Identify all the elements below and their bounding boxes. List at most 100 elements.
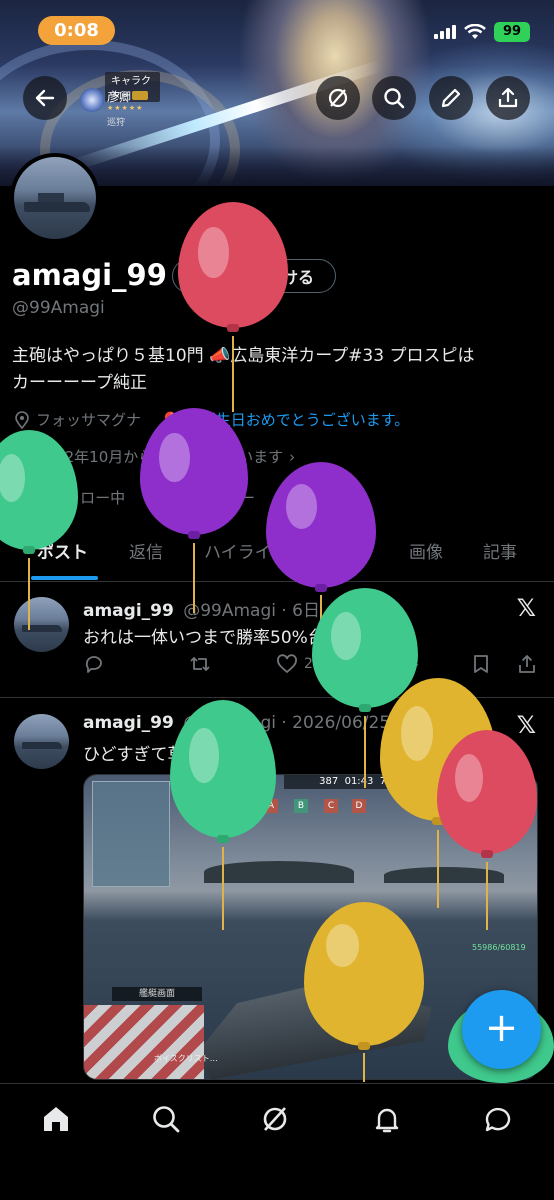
get-verified-button[interactable]: ✓ 認証を受ける: [172, 259, 336, 293]
tab-articles[interactable]: 記事: [483, 538, 517, 563]
tab-posts[interactable]: ポスト: [37, 538, 88, 563]
heart-icon: [277, 654, 297, 674]
followers-link[interactable]: 173 フォロワー: [144, 489, 255, 507]
chevron-right-icon: ›: [289, 447, 296, 466]
media-cap-d: D: [352, 799, 366, 813]
like-button[interactable]: 2: [276, 653, 313, 675]
media-view-label: 艦艇画面: [112, 987, 202, 1001]
nav-grok[interactable]: [258, 1102, 292, 1136]
media-score-right: 729: [379, 776, 399, 787]
bell-icon: [375, 1108, 399, 1133]
calendar-icon: [14, 449, 30, 464]
character-stars: ★★★★★: [107, 104, 144, 112]
search-icon: [384, 88, 405, 109]
bookmark-icon: [474, 655, 488, 673]
media-cap-a: A: [264, 799, 278, 813]
get-verified-label: 認証を受ける: [217, 268, 314, 287]
share-button[interactable]: [486, 76, 530, 120]
profile-avatar[interactable]: [10, 153, 100, 243]
post-share-button[interactable]: [516, 653, 538, 675]
back-button[interactable]: [23, 76, 67, 120]
post-header: amagi_99 @99Amagi · 6日: [83, 596, 320, 621]
post-divider: [0, 697, 554, 698]
profile-meta-joined-row: 2022年10月からXを利用しています ›: [14, 446, 295, 467]
nav-messages[interactable]: [481, 1102, 515, 1136]
followers-label: フォロワー: [179, 489, 255, 507]
analytics-icon: [376, 656, 393, 673]
profile-display-name: amagi_99: [12, 258, 167, 292]
cellular-signal-icon: [434, 25, 456, 39]
post-avatar[interactable]: [14, 597, 69, 652]
character-panel: キャラクター 彦卿 ★★★★★ 巡狩: [80, 70, 160, 128]
post-author-name[interactable]: amagi_99: [83, 713, 174, 733]
media-island: [384, 867, 504, 883]
post-actions: 2 54: [83, 653, 543, 681]
post-author-name[interactable]: amagi_99: [83, 601, 174, 621]
profile-tabs: ポスト 返信 ハイライト 動画 画像 記事: [0, 528, 554, 582]
back-icon: [35, 89, 55, 107]
post-text: ひどすぎて草: [83, 745, 185, 765]
verified-check-icon: ✓: [193, 267, 212, 285]
grok-icon: [263, 1107, 287, 1131]
profile-location: フォッサマグナ: [36, 411, 142, 429]
search-button[interactable]: [372, 76, 416, 120]
character-path: 巡狩: [107, 118, 126, 128]
nav-notifications[interactable]: [370, 1102, 404, 1136]
media-minimap: [92, 781, 170, 887]
tab-images[interactable]: 画像: [409, 538, 443, 563]
following-label: フォロー中: [50, 489, 126, 507]
repost-icon: [190, 657, 210, 671]
search-icon: [153, 1106, 180, 1133]
character-level-badge: [132, 91, 148, 100]
media-battleship: [187, 959, 437, 1080]
x-logo-icon: 𝕏: [516, 594, 536, 622]
edit-icon: [441, 88, 461, 108]
media-caption: ボイスクリスト…: [154, 1054, 218, 1063]
birthday-link[interactable]: お誕生日おめでとうございます。: [186, 409, 410, 430]
tab-highlights[interactable]: ハイライト: [204, 538, 289, 563]
media-timer: 01:43: [344, 776, 374, 787]
wifi-icon: [464, 24, 486, 39]
chat-bubble-icon: [485, 1107, 511, 1132]
balloon-icon: 🎈: [161, 410, 180, 429]
post-avatar[interactable]: [14, 714, 69, 769]
post-text: おれは一体いつまで勝率50%台にいるんだ: [83, 628, 410, 648]
follow-counts: 231 フォロー中 173 フォロワー: [14, 487, 255, 508]
status-icons: 99: [434, 22, 530, 42]
following-count: 231: [14, 489, 46, 507]
reply-button[interactable]: [83, 653, 105, 675]
location-pin-icon: [15, 410, 29, 429]
media-cap-b: B: [294, 799, 308, 813]
media-hull-stripes: [84, 1005, 204, 1079]
edit-button[interactable]: [429, 76, 473, 120]
balloon-purple: [140, 408, 248, 613]
views-button[interactable]: 54: [373, 653, 419, 675]
bookmark-button[interactable]: [471, 653, 491, 675]
battery-icon: 99: [494, 22, 530, 42]
tab-videos[interactable]: 動画: [334, 538, 368, 563]
grok-icon: [328, 88, 348, 108]
grok-button[interactable]: [316, 76, 360, 120]
status-time: 0:08: [38, 16, 115, 45]
bio-line: カーーーープ純正: [12, 373, 147, 393]
nav-search[interactable]: [149, 1102, 183, 1136]
view-count: 54: [401, 656, 419, 672]
repost-button[interactable]: [188, 653, 212, 675]
followers-count: 173: [143, 489, 176, 507]
like-count: 2: [304, 656, 313, 672]
bottom-navigation: [0, 1083, 554, 1200]
share-icon: [519, 655, 535, 673]
balloon-green: [312, 588, 418, 788]
media-cap-c: C: [324, 799, 338, 813]
nav-home[interactable]: [39, 1102, 73, 1136]
profile-handle: @99Amagi: [12, 298, 105, 318]
character-name: 彦卿: [107, 90, 132, 104]
x-logo-icon: 𝕏: [516, 711, 536, 739]
tab-active-indicator: [31, 576, 98, 580]
profile-joined-date: 2022年10月からXを利用しています: [36, 448, 284, 466]
following-link[interactable]: 231 フォロー中: [14, 489, 130, 507]
tab-replies[interactable]: 返信: [129, 538, 163, 563]
profile-bio: 主砲はやっぱり５基10門 📣広島東洋カープ#33 プロスピは カーーーープ純正: [12, 343, 542, 397]
character-avatar: [80, 88, 104, 112]
compose-post-button[interactable]: +: [462, 990, 541, 1069]
